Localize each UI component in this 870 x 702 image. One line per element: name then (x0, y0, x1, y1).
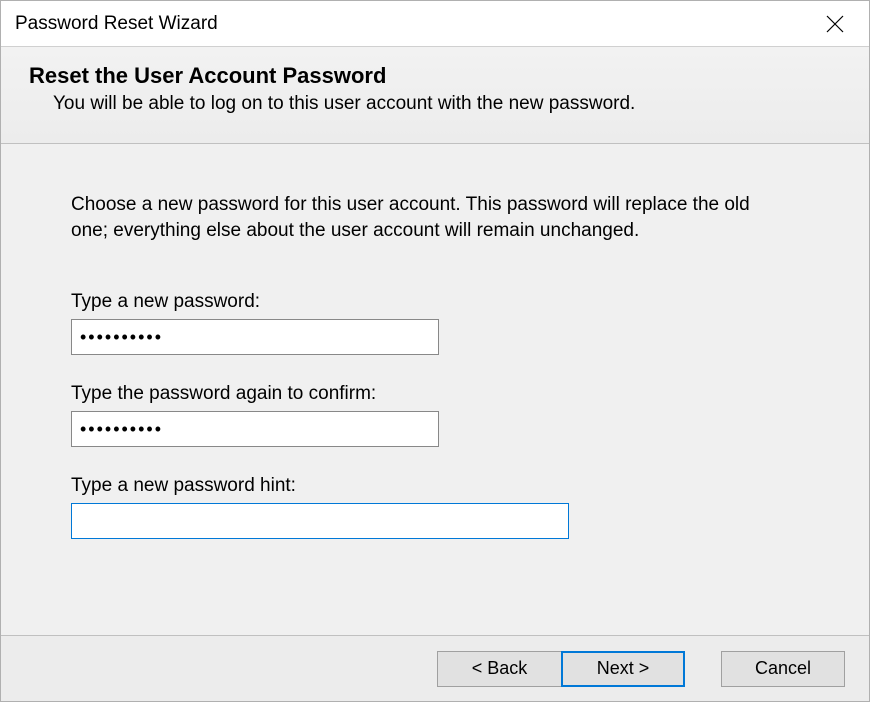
titlebar: Password Reset Wizard (1, 1, 869, 47)
instruction-text: Choose a new password for this user acco… (71, 192, 751, 243)
new-password-input[interactable] (71, 319, 439, 355)
wizard-button-bar: < Back Next > Cancel (1, 635, 869, 701)
window-title: Password Reset Wizard (15, 13, 218, 35)
page-title: Reset the User Account Password (29, 63, 845, 89)
confirm-password-label: Type the password again to confirm: (71, 383, 799, 405)
hint-group: Type a new password hint: (71, 475, 799, 539)
wizard-header: Reset the User Account Password You will… (1, 47, 869, 144)
confirm-password-input[interactable] (71, 411, 439, 447)
next-button[interactable]: Next > (561, 651, 685, 687)
back-button[interactable]: < Back (437, 651, 561, 687)
password-hint-input[interactable] (71, 503, 569, 539)
nav-button-group: < Back Next > (437, 651, 685, 687)
wizard-content: Choose a new password for this user acco… (1, 144, 869, 635)
confirm-password-group: Type the password again to confirm: (71, 383, 799, 447)
hint-label: Type a new password hint: (71, 475, 799, 497)
new-password-group: Type a new password: (71, 291, 799, 355)
page-subtitle: You will be able to log on to this user … (53, 93, 845, 115)
new-password-label: Type a new password: (71, 291, 799, 313)
wizard-window: Password Reset Wizard Reset the User Acc… (0, 0, 870, 702)
cancel-button[interactable]: Cancel (721, 651, 845, 687)
close-button[interactable] (815, 9, 855, 39)
close-icon (826, 15, 844, 33)
